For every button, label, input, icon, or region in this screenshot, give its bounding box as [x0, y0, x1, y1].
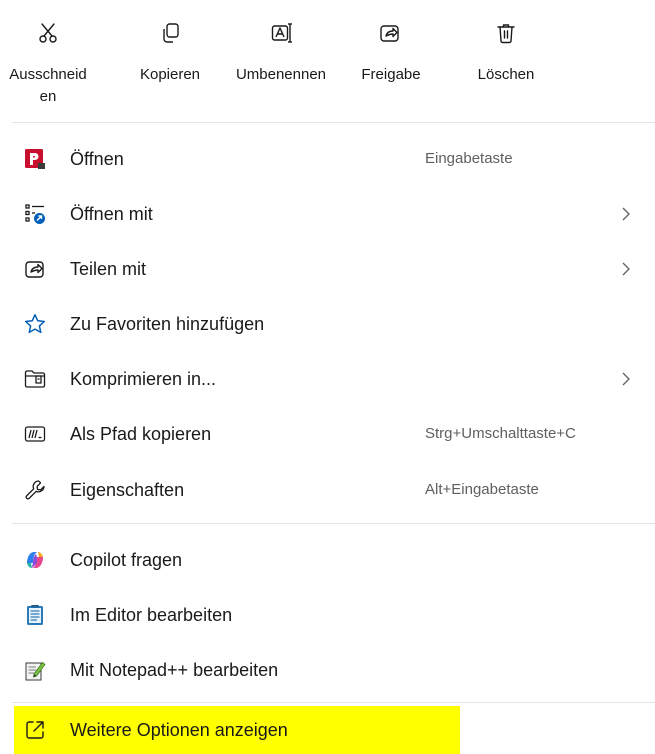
- menu-item-open[interactable]: Öffnen Eingabetaste: [0, 131, 655, 187]
- rename-label: Umbenennen: [235, 66, 327, 83]
- menu-item-properties[interactable]: Eigenschaften Alt+Eingabetaste: [0, 462, 655, 518]
- menu-item-label: Im Editor bearbeiten: [70, 605, 233, 625]
- separator: [12, 523, 655, 524]
- chevron-right-icon: [622, 372, 630, 386]
- menu-item-label: Öffnen: [70, 149, 124, 169]
- copilot-icon: [24, 549, 46, 571]
- chevron-right-icon: [622, 207, 630, 221]
- shortcut-text: Eingabetaste: [425, 150, 513, 167]
- zip-folder-icon: [24, 368, 46, 390]
- menu-item-label: Eigenschaften: [70, 480, 185, 500]
- menu-item-copy-path[interactable]: Als Pfad kopieren Strg+Umschalttaste+C: [0, 406, 655, 462]
- menu-item-label: Öffnen mit: [70, 204, 153, 224]
- external-link-icon: [24, 719, 46, 741]
- chevron-right-icon: [622, 262, 630, 276]
- shortcut-text: Strg+Umschalttaste+C: [425, 425, 576, 442]
- menu-item-compress[interactable]: Komprimieren in...: [0, 351, 655, 407]
- menu-item-copilot[interactable]: Copilot fragen: [0, 532, 655, 588]
- cut-button[interactable]: Ausschneiden: [0, 0, 106, 122]
- menu-item-share-with[interactable]: Teilen mit: [0, 241, 655, 297]
- copy-icon: [159, 22, 181, 44]
- star-icon: [24, 313, 46, 335]
- menu-item-label: Teilen mit: [70, 259, 147, 279]
- share-label: Freigabe: [361, 66, 421, 83]
- share-button[interactable]: Freigabe: [346, 0, 436, 122]
- menu-item-label: Mit Notepad++ bearbeiten: [70, 660, 279, 680]
- menu-item-label: Weitere Optionen anzeigen: [70, 720, 288, 740]
- separator: [12, 122, 655, 123]
- open-with-icon: [24, 203, 46, 225]
- trash-icon: [495, 22, 517, 44]
- menu-item-label: Komprimieren in...: [70, 369, 217, 389]
- menu-item-edit-in-editor[interactable]: Im Editor bearbeiten: [0, 587, 655, 643]
- menu-item-edit-notepad-plus-plus[interactable]: Mit Notepad++ bearbeiten: [0, 642, 655, 698]
- menu-item-show-more-options[interactable]: Weitere Optionen anzeigen: [14, 706, 460, 754]
- copy-label: Kopieren: [139, 66, 201, 83]
- menu-item-add-favorites[interactable]: Zu Favoriten hinzufügen: [0, 296, 655, 352]
- separator: [12, 702, 655, 703]
- copy-button[interactable]: Kopieren: [126, 0, 214, 122]
- shortcut-text: Alt+Eingabetaste: [425, 481, 539, 498]
- menu-item-label: Zu Favoriten hinzufügen: [70, 314, 265, 334]
- notepad-plus-plus-icon: [24, 659, 46, 681]
- rename-button[interactable]: Umbenennen: [226, 0, 336, 122]
- command-bar: Ausschneiden Kopieren Umbenennen Freigab…: [0, 0, 655, 122]
- cut-label: Ausschneiden: [9, 66, 87, 105]
- menu-item-label: Als Pfad kopieren: [70, 424, 212, 444]
- rename-icon: [271, 22, 293, 44]
- menu-item-open-with[interactable]: Öffnen mit: [0, 186, 655, 242]
- delete-button[interactable]: Löschen: [456, 0, 556, 122]
- share-icon: [379, 22, 401, 44]
- wrench-icon: [24, 479, 46, 501]
- share-icon: [24, 258, 46, 280]
- notepad-icon: [24, 604, 46, 626]
- menu-item-label: Copilot fragen: [70, 550, 183, 570]
- path-icon: [24, 423, 46, 445]
- scissors-icon: [37, 22, 59, 44]
- pdf-app-icon: [24, 148, 46, 170]
- delete-label: Löschen: [477, 66, 535, 83]
